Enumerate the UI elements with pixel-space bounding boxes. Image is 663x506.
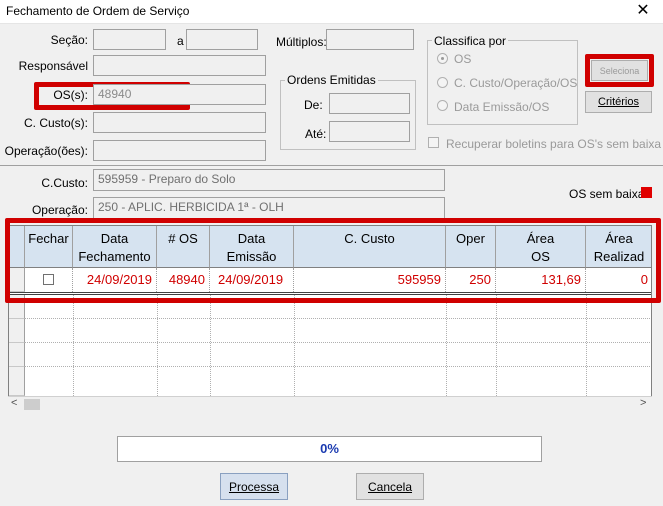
os-field[interactable]: 48940 (93, 84, 266, 105)
os-label: OS(s): (53, 88, 88, 102)
grid-vline (210, 295, 211, 396)
window-title: Fechamento de Ordem de Serviço (6, 4, 190, 18)
radio-ccusto-label: C. Custo/Operação/OS (454, 76, 578, 90)
os-sem-baixa-swatch (641, 187, 652, 198)
grid-vline (496, 295, 497, 396)
classifica-title: Classifica por (432, 34, 509, 48)
empty-row-line (25, 318, 651, 319)
ordens-emitidas-title: Ordens Emitidas (285, 73, 378, 87)
horizontal-scrollbar[interactable]: < > (8, 396, 652, 412)
grid-highlight (5, 218, 661, 303)
empty-row-line (25, 342, 651, 343)
progress-bar: 0% (117, 436, 542, 462)
recuperar-label: Recuperar boletins para OS's sem baixa (446, 137, 662, 151)
empty-row-indicator (9, 367, 25, 396)
ccusto-field[interactable] (93, 112, 266, 133)
radio-os[interactable] (437, 53, 448, 64)
processa-button[interactable]: Processa (220, 473, 288, 500)
multiplos-label: Múltiplos: (276, 35, 327, 49)
empty-row-indicator (9, 343, 25, 367)
scroll-left-icon[interactable]: < (11, 397, 17, 409)
radio-data-emissao-label: Data Emissão/OS (454, 100, 550, 114)
divider (0, 165, 663, 166)
multiplos-field[interactable] (326, 29, 414, 50)
secao-to-field[interactable] (186, 29, 258, 50)
de-field[interactable] (329, 93, 410, 114)
criterios-button[interactable]: Critérios (585, 91, 652, 113)
ate-label: Até: (305, 127, 327, 141)
scroll-right-icon[interactable]: > (640, 397, 646, 409)
a-label: a (177, 34, 184, 48)
empty-row-indicator (9, 319, 25, 343)
grid-vline (446, 295, 447, 396)
operacao-field[interactable] (93, 140, 266, 161)
detail-ccusto-field: 595959 - Preparo do Solo (93, 169, 445, 191)
grid-vline (157, 295, 158, 396)
responsavel-field[interactable] (93, 55, 266, 76)
close-icon[interactable]: ✕ (631, 0, 655, 22)
os-sem-baixa-label: OS sem baixa (569, 187, 645, 201)
empty-row-line (25, 366, 651, 367)
grid-vline (586, 295, 587, 396)
ccusto-label: C. Custo(s): (23, 116, 88, 130)
seleciona-button[interactable]: Seleciona (591, 60, 648, 81)
de-label: De: (304, 98, 323, 112)
radio-os-label: OS (454, 52, 472, 66)
radio-ccusto[interactable] (437, 77, 448, 88)
secao-label: Seção: (50, 33, 88, 47)
detail-operacao-label: Operação: (31, 203, 88, 217)
grid-vline (294, 295, 295, 396)
recuperar-checkbox[interactable] (428, 137, 439, 148)
secao-from-field[interactable] (93, 29, 166, 50)
responsavel-label: Responsável (18, 59, 88, 73)
scroll-thumb[interactable] (24, 399, 40, 410)
grid-vline (73, 295, 74, 396)
radio-data-emissao[interactable] (437, 100, 448, 111)
detail-ccusto-label: C.Custo: (41, 176, 88, 190)
cancela-button[interactable]: Cancela (356, 473, 424, 500)
detail-operacao-field: 250 - APLIC. HERBICIDA 1ª - OLH (93, 197, 445, 219)
operacao-label: Operação(ões): (4, 144, 88, 158)
ate-field[interactable] (329, 121, 410, 142)
